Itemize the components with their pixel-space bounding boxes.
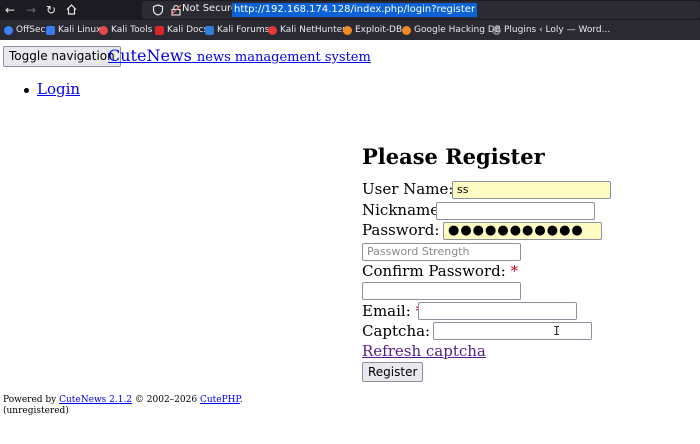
footer: Powered by CuteNews 2.1.2 © 2002–2026 Cu… xyxy=(3,395,243,417)
kali-icon xyxy=(46,25,55,35)
browser-toolbar: ← → ↻ Not Secure http://192.168.174.128/… xyxy=(0,0,700,20)
insecure-lock-icon[interactable] xyxy=(170,4,182,16)
bookmark-offsec[interactable]: OffSec xyxy=(4,23,45,37)
forward-icon[interactable]: → xyxy=(23,2,39,18)
required-mark: * xyxy=(510,262,519,280)
captcha-label: Captcha: * xyxy=(362,322,442,340)
bookmark-exploit-db[interactable]: Exploit-DB xyxy=(343,23,402,37)
footer-credits: Powered by CuteNews 2.1.2 © 2002–2026 Cu… xyxy=(3,395,243,406)
bookmark-google-hacking-db[interactable]: Google Hacking DB xyxy=(402,23,501,37)
bookmark-label: OffSec xyxy=(16,25,46,35)
footer-copyright: © 2002–2026 xyxy=(134,395,198,405)
email-input[interactable] xyxy=(418,302,577,320)
form-title: Please Register xyxy=(362,144,545,169)
cutenews-version-link[interactable]: CuteNews 2.1.2 xyxy=(59,395,132,405)
bookmark-kali-nethunter[interactable]: Kali NetHunter xyxy=(268,23,346,37)
bookmark-kali-linux[interactable]: Kali Linux xyxy=(46,23,101,37)
home-icon[interactable] xyxy=(63,2,79,18)
bookmark-label: Kali NetHunter xyxy=(280,25,346,35)
brand-tagline: news management system xyxy=(196,50,371,65)
password-input[interactable]: ●●●●●●●●●●● xyxy=(443,222,602,240)
url-text[interactable]: http://192.168.174.128/index.php/login?r… xyxy=(232,3,478,17)
username-value: ss xyxy=(457,183,469,196)
password-strength-field: Password Strength xyxy=(362,243,521,261)
nickname-input[interactable] xyxy=(436,202,595,220)
shield-icon[interactable] xyxy=(152,4,164,16)
ghdb-icon xyxy=(402,25,411,35)
email-label-text: Email: xyxy=(362,302,411,320)
bookmark-kali-docs[interactable]: Kali Docs xyxy=(155,23,208,37)
footer-period: . xyxy=(239,395,243,405)
brand-name: CuteNews xyxy=(108,46,192,65)
globe-icon xyxy=(492,25,501,35)
bookmark-label: Kali Docs xyxy=(167,25,209,35)
footer-status: (unregistered) xyxy=(3,406,69,416)
nethunter-icon xyxy=(268,25,277,35)
bookmark-kali-forums[interactable]: Kali Forums xyxy=(205,23,269,37)
offsec-icon xyxy=(4,25,13,35)
bookmark-kali-tools[interactable]: Kali Tools xyxy=(99,23,152,37)
address-bar[interactable]: Not Secure http://192.168.174.128/index.… xyxy=(142,1,700,19)
nickname-label-text: Nickname: xyxy=(362,201,445,219)
captcha-label-text: Captcha: xyxy=(362,322,431,340)
password-value: ●●●●●●●●●●● xyxy=(448,223,584,238)
email-label: Email: * xyxy=(362,302,423,320)
confirm-password-input[interactable] xyxy=(362,282,521,300)
register-button[interactable]: Register xyxy=(362,362,424,382)
password-strength-placeholder: Password Strength xyxy=(367,245,470,258)
nickname-label: Nickname: xyxy=(362,201,444,219)
bookmark-plugins-loly[interactable]: Plugins ‹ Loly — Word... xyxy=(492,23,610,37)
exploitdb-icon xyxy=(343,25,352,35)
password-label-text: Password: xyxy=(362,221,440,239)
confirm-password-label-text: Confirm Password: xyxy=(362,262,506,280)
back-icon[interactable]: ← xyxy=(2,2,18,18)
bookmark-label: Plugins ‹ Loly — Word... xyxy=(504,25,611,35)
text-cursor-icon: I xyxy=(553,324,561,338)
bookmark-label: Exploit-DB xyxy=(355,25,403,35)
footer-powered-by: Powered by xyxy=(3,395,57,405)
bookmark-label: Kali Tools xyxy=(111,25,153,35)
username-input[interactable]: ss xyxy=(452,181,611,199)
brand-link[interactable]: CuteNews news management system xyxy=(108,46,371,65)
toggle-navigation-button[interactable]: Toggle navigation xyxy=(3,46,121,67)
captcha-input[interactable] xyxy=(433,322,592,340)
refresh-captcha-link[interactable]: Refresh captcha xyxy=(362,342,486,360)
bookmarks-bar: OffSec Kali Linux Kali Tools Kali Docs K… xyxy=(0,20,700,40)
username-label: User Name: * xyxy=(362,180,466,198)
cutephp-link[interactable]: CutePHP xyxy=(200,395,240,405)
kali-docs-icon xyxy=(155,25,164,35)
username-label-text: User Name: xyxy=(362,180,454,198)
bookmark-label: Google Hacking DB xyxy=(414,25,501,35)
kali-tools-icon xyxy=(99,25,108,35)
kali-forums-icon xyxy=(205,25,214,35)
list-bullet xyxy=(24,88,29,93)
password-label: Password: * xyxy=(362,221,452,239)
nav-login-link[interactable]: Login xyxy=(37,80,80,98)
reload-icon[interactable]: ↻ xyxy=(43,2,59,18)
bookmark-label: Kali Linux xyxy=(58,25,102,35)
not-secure-label[interactable]: Not Secure xyxy=(182,3,237,14)
confirm-password-label: Confirm Password: * xyxy=(362,262,518,280)
bookmark-label: Kali Forums xyxy=(217,25,270,35)
